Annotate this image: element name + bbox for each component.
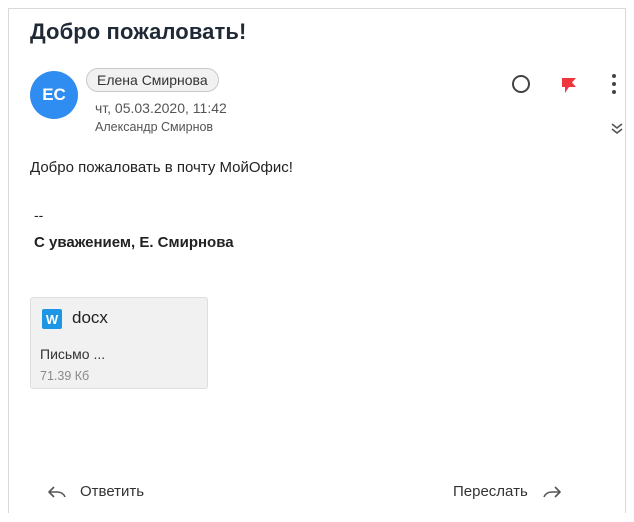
forward-button[interactable]: Переслать — [453, 483, 562, 500]
attachment-name: Письмо ... — [40, 346, 106, 362]
sender-avatar: ЕС — [30, 71, 78, 119]
forward-label: Переслать — [453, 483, 528, 500]
sender-chip[interactable]: Елена Смирнова — [86, 68, 219, 92]
attachment-extension: docx — [72, 308, 108, 327]
reply-label: Ответить — [80, 483, 145, 500]
message-date: чт, 05.03.2020, 11:42 — [95, 100, 227, 116]
mark-unread-circle-icon[interactable] — [510, 73, 532, 95]
sender-name: Елена Смирнова — [97, 72, 208, 88]
reply-button[interactable]: Ответить — [47, 483, 144, 500]
avatar-initials: ЕС — [42, 85, 66, 104]
attachment-size: 71.39 Кб — [40, 369, 90, 383]
flag-icon[interactable] — [557, 72, 581, 96]
signature-separator: -- — [34, 207, 44, 223]
more-vertical-icon[interactable] — [606, 72, 622, 96]
reply-arrow-icon — [48, 485, 66, 498]
forward-arrow-icon — [543, 485, 561, 498]
recipient-name: Александр Смирнов — [95, 120, 214, 134]
expand-double-chevron-icon[interactable] — [606, 118, 628, 140]
signature-text: С уважением, Е. Смирнова — [34, 234, 234, 251]
attachment-card[interactable]: W docx Письмо ... 71.39 Кб — [30, 297, 208, 389]
message-subject: Добро пожаловать! — [30, 19, 247, 44]
word-file-icon: W — [42, 309, 62, 329]
message-body: Добро пожаловать в почту МойОфис! — [30, 159, 293, 176]
